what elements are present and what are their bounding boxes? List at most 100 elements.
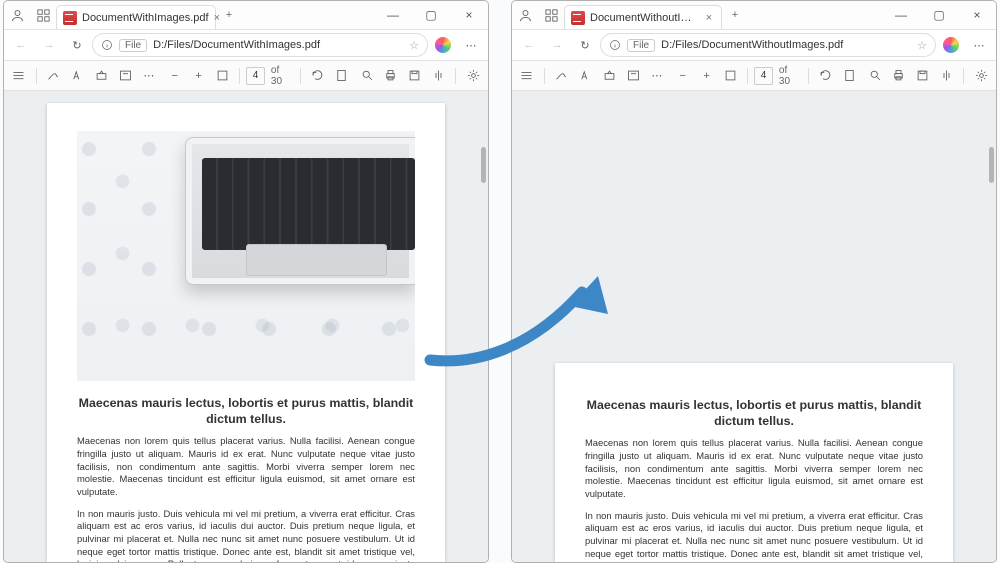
url-scheme-pill: File [119,39,147,52]
url-path: D:/Files/DocumentWithImages.pdf [153,39,320,51]
nav-forward-button[interactable]: → [36,32,62,58]
laptop-graphic [185,137,415,285]
favorite-icon[interactable]: ☆ [917,39,927,52]
address-bar: ← → ↻ File D:/Files/DocumentWithoutImage… [512,30,996,61]
url-scheme-pill: File [627,39,655,52]
zoom-in-button[interactable]: + [188,63,210,89]
print-icon[interactable] [380,63,402,89]
window-titlebar: DocumentWithoutImages.pdf × + — ▢ × [512,1,996,30]
document-image [77,131,415,381]
page-total: of 30 [775,65,802,87]
toolbar-settings-icon[interactable] [970,63,992,89]
browser-tab[interactable]: DocumentWithoutImages.pdf × [564,5,722,29]
extension-icon [943,37,959,53]
read-aloud-icon[interactable] [936,63,958,89]
info-icon [609,39,621,51]
pdf-file-icon [63,11,77,25]
toolbar-settings-icon[interactable] [462,63,484,89]
highlight-icon[interactable] [67,63,89,89]
window-buttons: — ▢ × [374,1,488,29]
zoom-out-button[interactable]: − [672,63,694,89]
rotate-icon[interactable] [306,63,328,89]
tab-title: DocumentWithImages.pdf [82,12,209,24]
maximize-button[interactable]: ▢ [920,1,958,29]
pdf-toolbar: ⋯ − + 4 of 30 [4,61,488,91]
window-titlebar: DocumentWithImages.pdf × + — ▢ × [4,1,488,30]
extension-button[interactable] [938,32,964,58]
toolbar-more-icon[interactable]: ⋯ [646,63,668,89]
new-tab-button[interactable]: + [722,9,748,21]
new-tab-button[interactable]: + [216,9,242,21]
save-icon[interactable] [912,63,934,89]
text-icon[interactable] [622,63,644,89]
extension-button[interactable] [430,32,456,58]
pdf-page: Maecenas mauris lectus, lobortis et puru… [47,103,445,562]
minimize-button[interactable]: — [374,1,412,29]
draw-icon[interactable] [43,63,65,89]
close-window-button[interactable]: × [958,1,996,29]
browser-window-right: DocumentWithoutImages.pdf × + — ▢ × ← → … [511,0,997,563]
workspace-icon[interactable] [538,1,564,29]
search-icon[interactable] [864,63,886,89]
reload-button[interactable]: ↻ [64,32,90,58]
scrollbar-thumb[interactable] [481,147,486,183]
fit-page-icon[interactable] [211,63,233,89]
tab-close-icon[interactable]: × [703,12,715,24]
sidebar-toggle-icon[interactable] [516,63,538,89]
doc-heading: Maecenas mauris lectus, lobortis et puru… [585,397,923,429]
zoom-in-button[interactable]: + [696,63,718,89]
draw-icon[interactable] [551,63,573,89]
pdf-page: Maecenas mauris lectus, lobortis et puru… [555,363,953,562]
close-window-button[interactable]: × [450,1,488,29]
search-icon[interactable] [356,63,378,89]
profile-icon[interactable] [4,1,30,29]
highlight-icon[interactable] [575,63,597,89]
address-bar: ← → ↻ File D:/Files/DocumentWithImages.p… [4,30,488,61]
workspace-icon[interactable] [30,1,56,29]
scrollbar-thumb[interactable] [989,147,994,183]
rotate-icon[interactable] [814,63,836,89]
extension-icon [435,37,451,53]
erase-icon[interactable] [90,63,112,89]
pdf-viewport[interactable]: Maecenas mauris lectus, lobortis et puru… [4,91,488,562]
erase-icon[interactable] [598,63,620,89]
browser-window-left: DocumentWithImages.pdf × + — ▢ × ← → ↻ F… [3,0,489,563]
page-view-icon[interactable] [838,63,860,89]
doc-para: In non mauris justo. Duis vehicula mi ve… [585,510,923,562]
url-path: D:/Files/DocumentWithoutImages.pdf [661,39,843,51]
window-buttons: — ▢ × [882,1,996,29]
url-field[interactable]: File D:/Files/DocumentWithoutImages.pdf … [600,33,936,57]
favorite-icon[interactable]: ☆ [409,39,419,52]
doc-para: In non mauris justo. Duis vehicula mi ve… [77,508,415,562]
doc-para: Maecenas non lorem quis tellus placerat … [77,435,415,498]
zoom-out-button[interactable]: − [164,63,186,89]
page-view-icon[interactable] [330,63,352,89]
page-number-input[interactable]: 4 [754,67,773,85]
nav-back-button[interactable]: ← [8,32,34,58]
doc-para: Maecenas non lorem quis tellus placerat … [585,437,923,500]
pdf-viewport[interactable]: Maecenas mauris lectus, lobortis et puru… [512,91,996,562]
reload-button[interactable]: ↻ [572,32,598,58]
url-field[interactable]: File D:/Files/DocumentWithImages.pdf ☆ [92,33,428,57]
fit-page-icon[interactable] [719,63,741,89]
menu-button[interactable]: ⋯ [458,32,484,58]
sidebar-toggle-icon[interactable] [8,63,30,89]
info-icon [101,39,113,51]
pdf-toolbar: ⋯ − + 4 of 30 [512,61,996,91]
nav-back-button[interactable]: ← [516,32,542,58]
doc-heading: Maecenas mauris lectus, lobortis et puru… [77,395,415,427]
page-number-input[interactable]: 4 [246,67,265,85]
toolbar-more-icon[interactable]: ⋯ [138,63,160,89]
save-icon[interactable] [404,63,426,89]
nav-forward-button[interactable]: → [544,32,570,58]
maximize-button[interactable]: ▢ [412,1,450,29]
text-icon[interactable] [114,63,136,89]
browser-tab[interactable]: DocumentWithImages.pdf × [56,5,216,29]
page-total: of 30 [267,65,294,87]
menu-button[interactable]: ⋯ [966,32,992,58]
pdf-file-icon [571,11,585,25]
profile-icon[interactable] [512,1,538,29]
minimize-button[interactable]: — [882,1,920,29]
print-icon[interactable] [888,63,910,89]
read-aloud-icon[interactable] [428,63,450,89]
